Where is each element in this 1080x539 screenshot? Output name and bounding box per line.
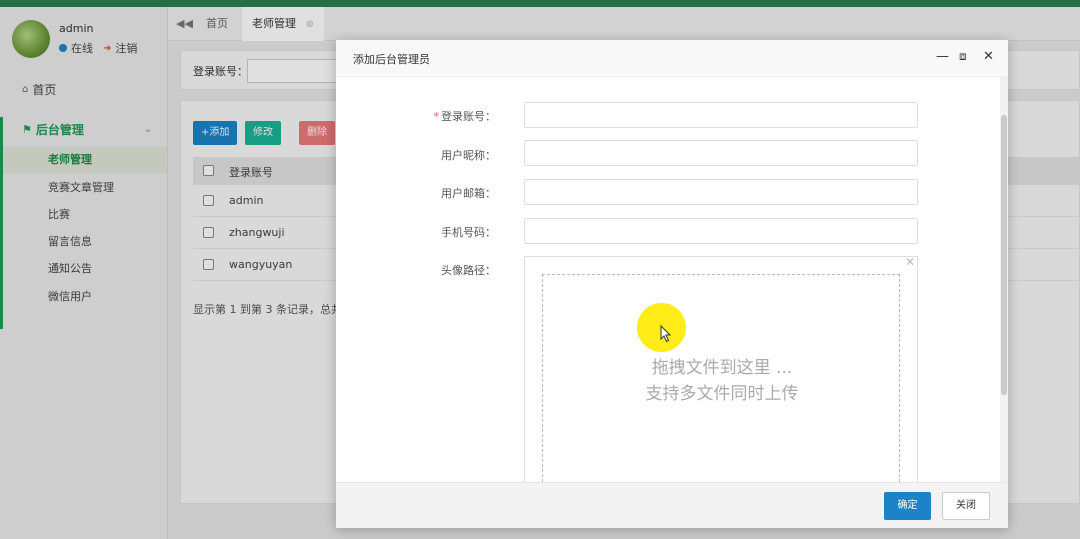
- dialog-scrollbar[interactable]: [1000, 77, 1008, 482]
- dropzone-hint: 拖拽文件到这里 ...: [651, 358, 793, 378]
- phone-input[interactable]: [524, 218, 918, 244]
- dialog-title: 添加后台管理员: [353, 53, 430, 66]
- dropzone-subhint: 支持多文件同时上传: [645, 384, 799, 404]
- minimize-icon[interactable]: —: [936, 49, 949, 64]
- avatar-upload: ✕ 拖拽文件到这里 ... 支持多文件同时上传: [524, 255, 918, 487]
- close-button[interactable]: 关闭: [942, 492, 990, 520]
- dialog-header[interactable]: 添加后台管理员 — ⧈ ✕: [336, 40, 1008, 77]
- confirm-button[interactable]: 确定: [884, 492, 931, 520]
- upload-clear-icon[interactable]: ✕: [905, 255, 915, 269]
- dialog-footer: 确定 关闭: [336, 482, 1008, 528]
- account-input[interactable]: [524, 102, 918, 128]
- scrollbar-thumb[interactable]: [1001, 115, 1007, 395]
- field-label-account: * 登录账号：: [433, 110, 497, 123]
- field-label-email: 用户邮箱：: [441, 187, 496, 200]
- field-label-nickname: 用户昵称：: [441, 149, 496, 162]
- add-admin-dialog: 添加后台管理员 — ⧈ ✕ * 登录账号： 用户昵称： 用户邮箱： 手机号码： 头…: [336, 40, 1008, 528]
- maximize-icon[interactable]: ⧈: [959, 49, 967, 64]
- close-icon[interactable]: ✕: [983, 49, 994, 64]
- mouse-pointer-icon: [660, 325, 672, 343]
- nickname-input[interactable]: [524, 140, 918, 166]
- field-label-avatar: 头像路径：: [441, 264, 496, 277]
- file-dropzone[interactable]: 拖拽文件到这里 ... 支持多文件同时上传: [542, 274, 900, 487]
- required-mark: *: [433, 110, 440, 123]
- email-input[interactable]: [524, 179, 918, 205]
- field-label-phone: 手机号码：: [441, 226, 496, 239]
